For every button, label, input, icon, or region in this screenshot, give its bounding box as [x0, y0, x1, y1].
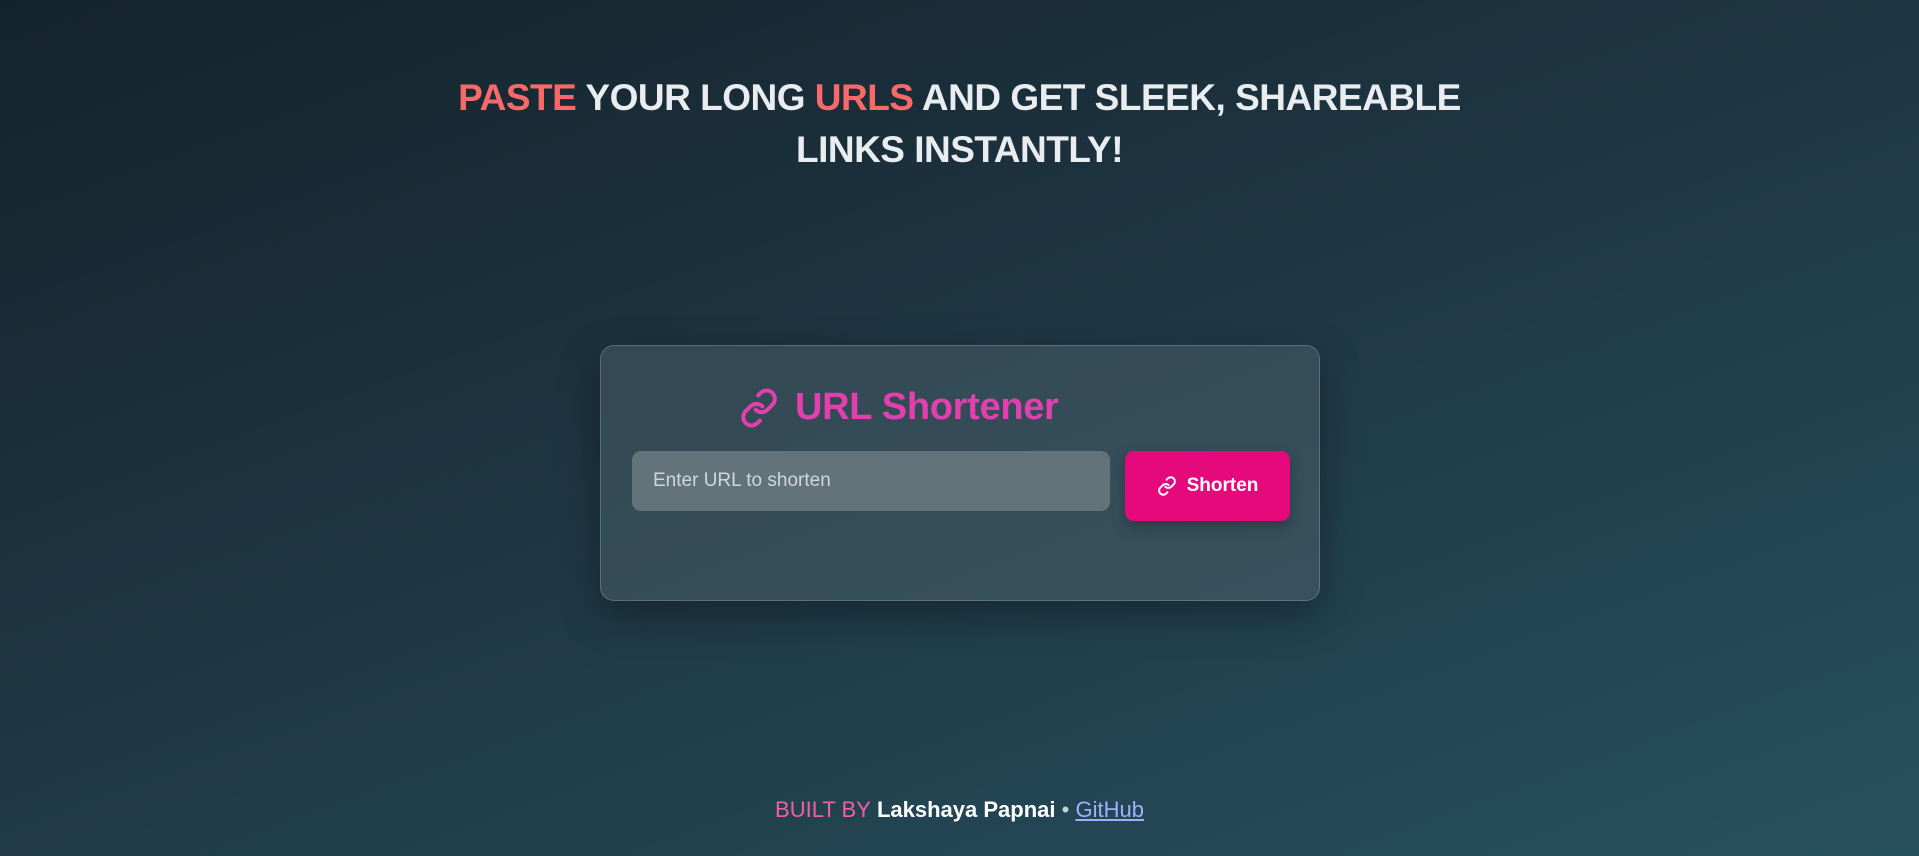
footer-author: Lakshaya Papnai	[876, 797, 1056, 822]
headline-word-paste: PASTE	[458, 77, 577, 118]
url-input[interactable]	[632, 451, 1110, 511]
footer-built-by: BUILT BY	[775, 797, 871, 822]
card-title: URL Shortener	[739, 386, 1059, 429]
link-icon	[1157, 476, 1177, 496]
card-title-text: URL Shortener	[795, 386, 1059, 428]
headline-line-1: PASTE YOUR LONG URLS AND GET SLEEK, SHAR…	[0, 72, 1919, 124]
github-link[interactable]: GitHub	[1075, 797, 1143, 822]
headline-line-2: LINKS INSTANTLY!	[795, 129, 1124, 170]
footer: BUILT BY Lakshaya Papnai • GitHub	[0, 797, 1919, 823]
shorten-button[interactable]: Shorten	[1125, 451, 1290, 521]
link-icon	[739, 388, 779, 428]
shortener-card: URL Shortener Shorten	[600, 345, 1320, 601]
headline-word-urls: URLS	[814, 77, 914, 118]
page-headline: PASTE YOUR LONG URLS AND GET SLEEK, SHAR…	[0, 72, 1919, 176]
shorten-button-label: Shorten	[1186, 475, 1259, 496]
footer-separator: •	[1061, 797, 1070, 822]
headline-text-rest: AND GET SLEEK, SHAREABLE	[913, 77, 1461, 118]
headline-text-your-long: YOUR LONG	[576, 77, 815, 118]
